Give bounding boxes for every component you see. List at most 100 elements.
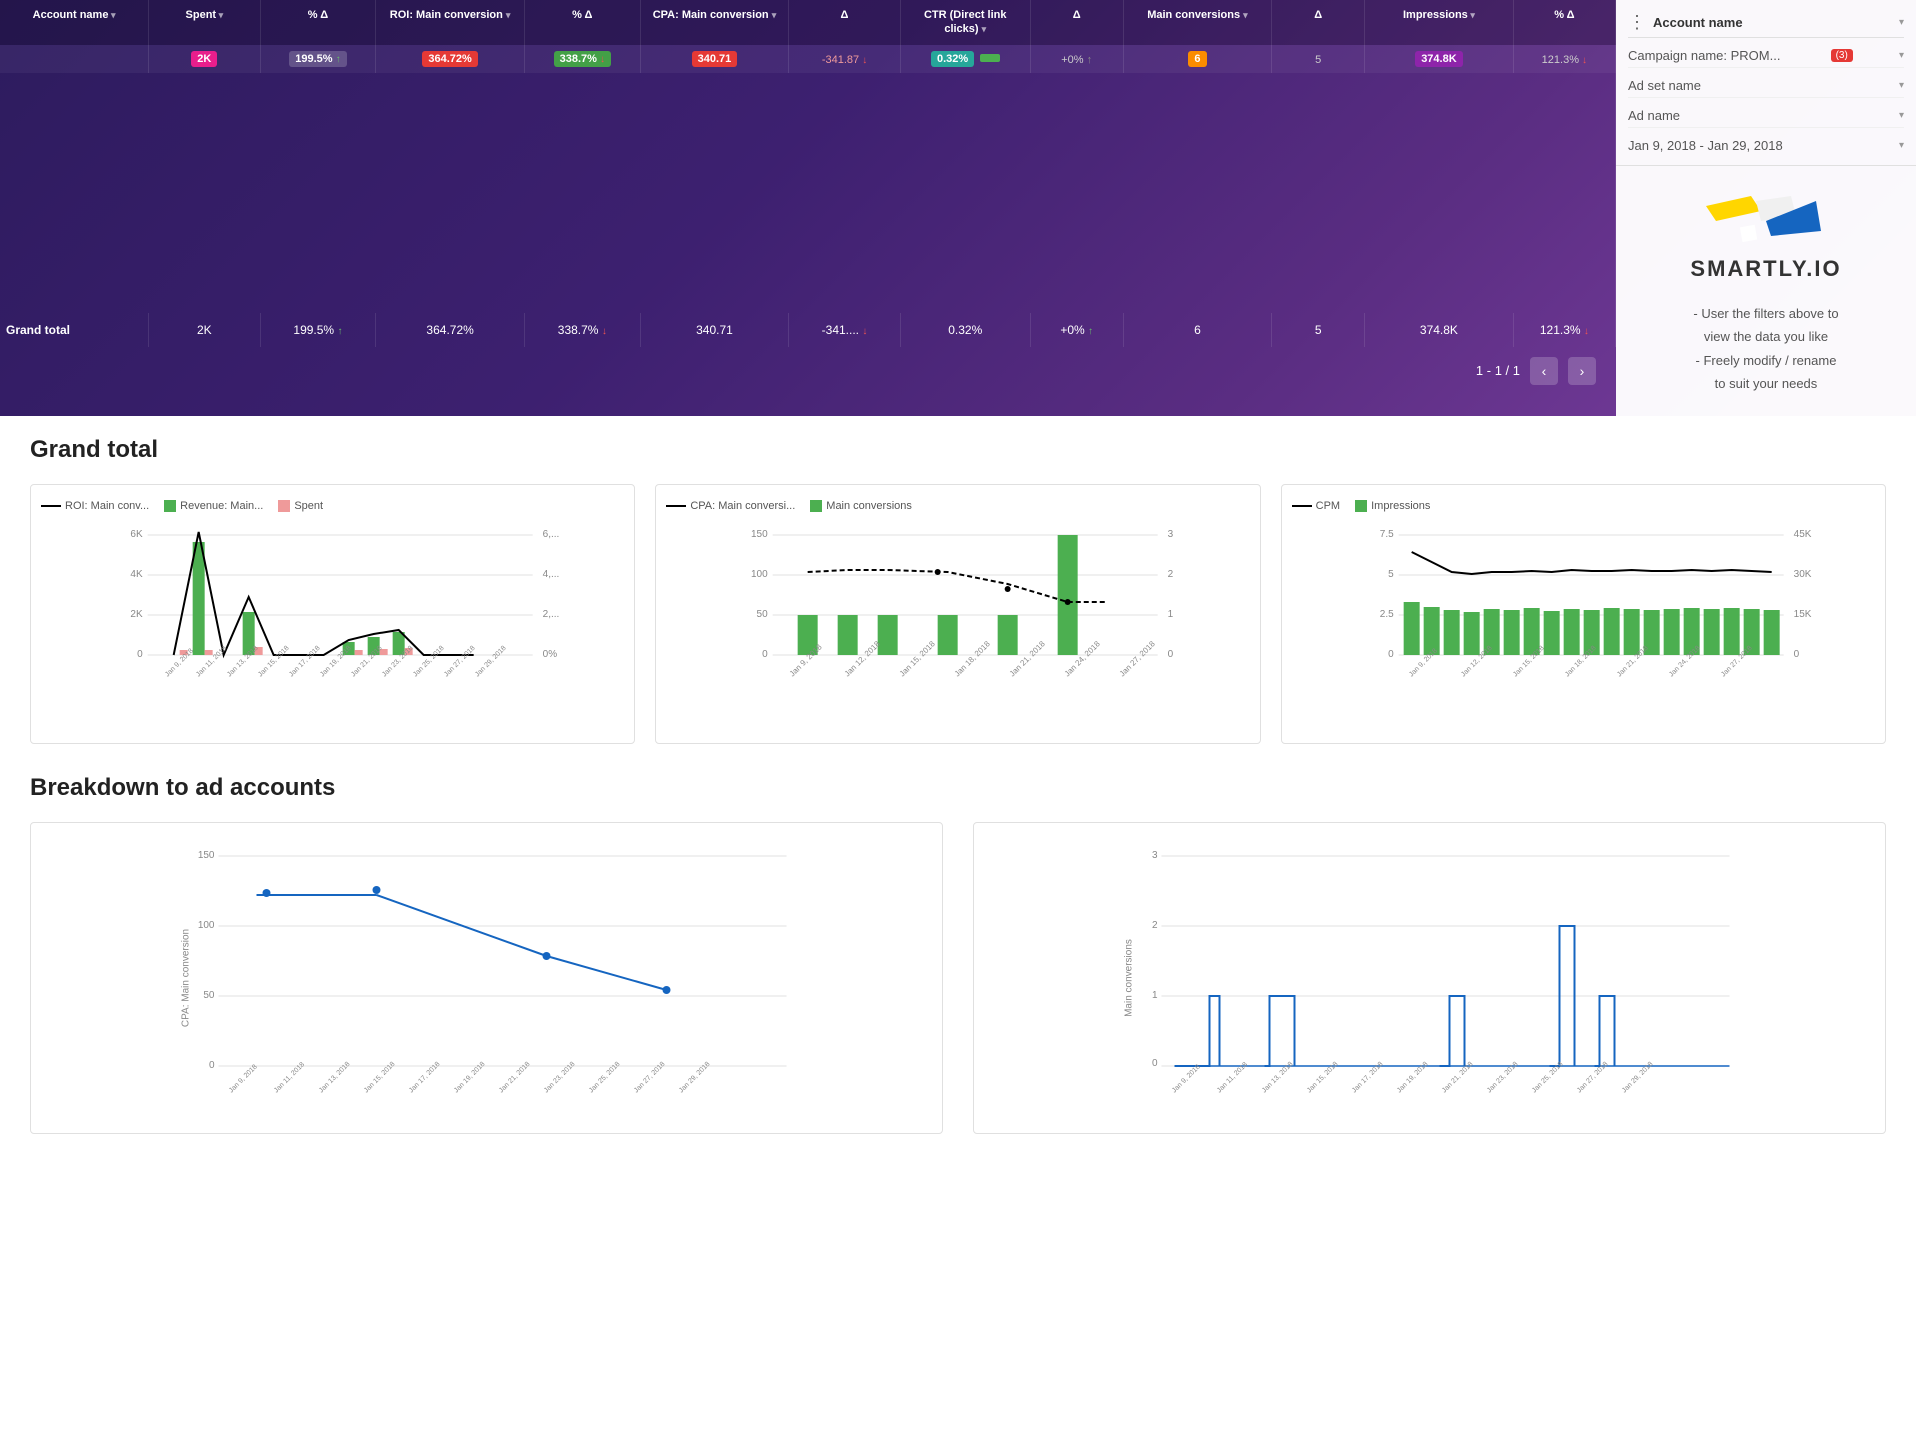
svg-text:50: 50 <box>757 609 769 620</box>
adname-filter-label: Ad name <box>1628 108 1680 123</box>
chart-roi-legend: ROI: Main conv... Revenue: Main... Spent <box>41 500 624 512</box>
cell-cpa: 340.71 <box>640 45 789 73</box>
pagination-info: 1 - 1 / 1 <box>1476 363 1520 378</box>
empty-row <box>0 193 1616 233</box>
cpa-line-icon <box>666 505 686 507</box>
svg-text:2,...: 2,... <box>543 609 560 620</box>
legend-cpa-line: CPA: Main conversi... <box>666 500 795 512</box>
legend-cpm-line: CPM <box>1292 500 1340 512</box>
main-content: Grand total ROI: Main conv... Revenue: M… <box>0 416 1916 1154</box>
svg-text:150: 150 <box>198 850 215 861</box>
cpa-badge: 340.71 <box>692 51 738 67</box>
col-header-main-conv[interactable]: Main conversions <box>1123 0 1272 45</box>
svg-text:2: 2 <box>1152 920 1158 931</box>
cell-ctr-delta: +0% ↑ <box>1030 45 1123 73</box>
svg-text:2.5: 2.5 <box>1379 609 1393 620</box>
adset-dropdown-icon[interactable]: ▾ <box>1899 80 1904 91</box>
date-dropdown-icon[interactable]: ▾ <box>1899 140 1904 151</box>
filter-row-adname[interactable]: Ad name ▾ <box>1628 104 1904 128</box>
roi-badge: 364.72% <box>422 51 477 67</box>
grand-total-cpa: 340.71 <box>640 313 789 347</box>
svg-text:Jan 21, 2018: Jan 21, 2018 <box>350 644 384 678</box>
campaign-dropdown-icon[interactable]: ▾ <box>1899 50 1904 61</box>
empty-row <box>0 73 1616 113</box>
legend-green-bar-icon <box>164 500 176 512</box>
legend-revenue-bar: Revenue: Main... <box>164 500 263 512</box>
main-data-table: Account name Spent % Δ ROI: Main convers… <box>0 0 1616 347</box>
date-range-label: Jan 9, 2018 - Jan 29, 2018 <box>1628 138 1783 153</box>
adset-filter-label: Ad set name <box>1628 78 1701 93</box>
grand-total-title: Grand total <box>30 436 1886 464</box>
pct-delta-badge: 199.5% ↑ <box>289 51 346 67</box>
col-header-cpa[interactable]: CPA: Main conversion <box>640 0 789 45</box>
legend-roi-line: ROI: Main conv... <box>41 500 149 512</box>
svg-text:5: 5 <box>1388 569 1394 580</box>
col-header-roi-delta: % Δ <box>524 0 640 45</box>
svg-text:100: 100 <box>751 569 768 580</box>
breakdown-charts-row: CPA: Main conversion 150 100 50 0 <box>30 822 1886 1134</box>
cell-roi-delta: 338.7% ↓ <box>524 45 640 73</box>
filter-row-campaign[interactable]: Campaign name: PROM... (3) ▾ <box>1628 44 1904 68</box>
account-name-filter-label: Account name <box>1653 15 1743 30</box>
svg-text:0%: 0% <box>543 649 558 660</box>
empty-row <box>0 273 1616 313</box>
breakdown-chart-main-conv: Main conversions 3 2 1 0 <box>973 822 1886 1134</box>
filter-row-adset[interactable]: Ad set name ▾ <box>1628 74 1904 98</box>
chart-roi-svg: 6K 4K 2K 0 6,... 4,... 2,... 0% <box>41 522 624 702</box>
chart-cpm-legend: CPM Impressions <box>1292 500 1875 512</box>
campaign-count-badge: (3) <box>1831 49 1853 62</box>
col-header-account[interactable]: Account name <box>0 0 149 45</box>
chart-cpa-svg: 150 100 50 0 3 2 1 0 <box>666 522 1249 702</box>
svg-text:1: 1 <box>1152 990 1158 1001</box>
grand-total-imp: 374.8K <box>1365 313 1514 347</box>
next-page-button[interactable]: › <box>1568 357 1596 385</box>
cell-cpa-delta: -341.87 ↓ <box>789 45 900 73</box>
filter-bar: ⋮ Account name ▾ Campaign name: PROM... … <box>1616 0 1916 166</box>
grand-total-spent: 2K <box>149 313 260 347</box>
col-header-ctr[interactable]: CTR (Direct link clicks) <box>900 0 1030 45</box>
smartly-brand-name: SMARTLY.IO <box>1690 256 1841 282</box>
cell-ctr: 0.32% <box>900 45 1030 73</box>
pagination: 1 - 1 / 1 ‹ › <box>0 347 1616 395</box>
svg-text:1: 1 <box>1168 609 1174 620</box>
filter-row-date[interactable]: Jan 9, 2018 - Jan 29, 2018 ▾ <box>1628 134 1904 157</box>
account-name-dropdown-icon[interactable]: ▾ <box>1899 17 1904 28</box>
col-header-impressions[interactable]: Impressions <box>1365 0 1514 45</box>
roi-delta-badge: 338.7% ↓ <box>554 51 611 67</box>
grand-total-ctr-delta: +0% ↑ <box>1030 313 1123 347</box>
svg-text:30K: 30K <box>1793 569 1811 580</box>
svg-text:4K: 4K <box>130 569 143 580</box>
svg-text:Jan 9, 2018: Jan 9, 2018 <box>164 647 195 678</box>
grand-total-pct: 199.5% ↑ <box>260 313 376 347</box>
main-conv-badge: 6 <box>1188 51 1206 67</box>
chart-cpa-legend: CPA: Main conversi... Main conversions <box>666 500 1249 512</box>
col-header-spent[interactable]: Spent <box>149 0 260 45</box>
svg-text:150: 150 <box>751 529 768 540</box>
grand-total-row: Grand total 2K 199.5% ↑ 364.72% 338.7% ↓… <box>0 313 1616 347</box>
legend-salmon-bar-icon <box>278 500 290 512</box>
svg-text:100: 100 <box>198 920 215 931</box>
menu-dots-icon[interactable]: ⋮ <box>1628 12 1647 33</box>
svg-text:0: 0 <box>1388 649 1394 660</box>
col-header-roi[interactable]: ROI: Main conversion <box>376 0 525 45</box>
svg-text:0: 0 <box>1152 1058 1158 1069</box>
grand-total-main: 6 <box>1123 313 1272 347</box>
cell-spent: 2K <box>149 45 260 73</box>
cell-account <box>0 45 149 73</box>
chart-cpa: CPA: Main conversi... Main conversions 1… <box>655 484 1260 744</box>
empty-row <box>0 113 1616 153</box>
impressions-bar-icon <box>1355 500 1367 512</box>
adname-dropdown-icon[interactable]: ▾ <box>1899 110 1904 121</box>
table-row: 2K 199.5% ↑ 364.72% 338.7% ↓ 340.71 <box>0 45 1616 73</box>
breakdown-main-conv-svg: Main conversions 3 2 1 0 <box>984 838 1875 1118</box>
svg-text:Jan 29, 2018: Jan 29, 2018 <box>474 644 508 678</box>
grand-total-roi-delta: 338.7% ↓ <box>524 313 640 347</box>
grand-total-roi: 364.72% <box>376 313 525 347</box>
prev-page-button[interactable]: ‹ <box>1530 357 1558 385</box>
svg-text:2: 2 <box>1168 569 1174 580</box>
col-header-ctr-delta: Δ <box>1030 0 1123 45</box>
svg-text:3: 3 <box>1152 850 1158 861</box>
svg-text:0: 0 <box>762 649 768 660</box>
svg-text:Main conversions: Main conversions <box>1124 939 1135 1017</box>
svg-text:50: 50 <box>203 990 215 1001</box>
